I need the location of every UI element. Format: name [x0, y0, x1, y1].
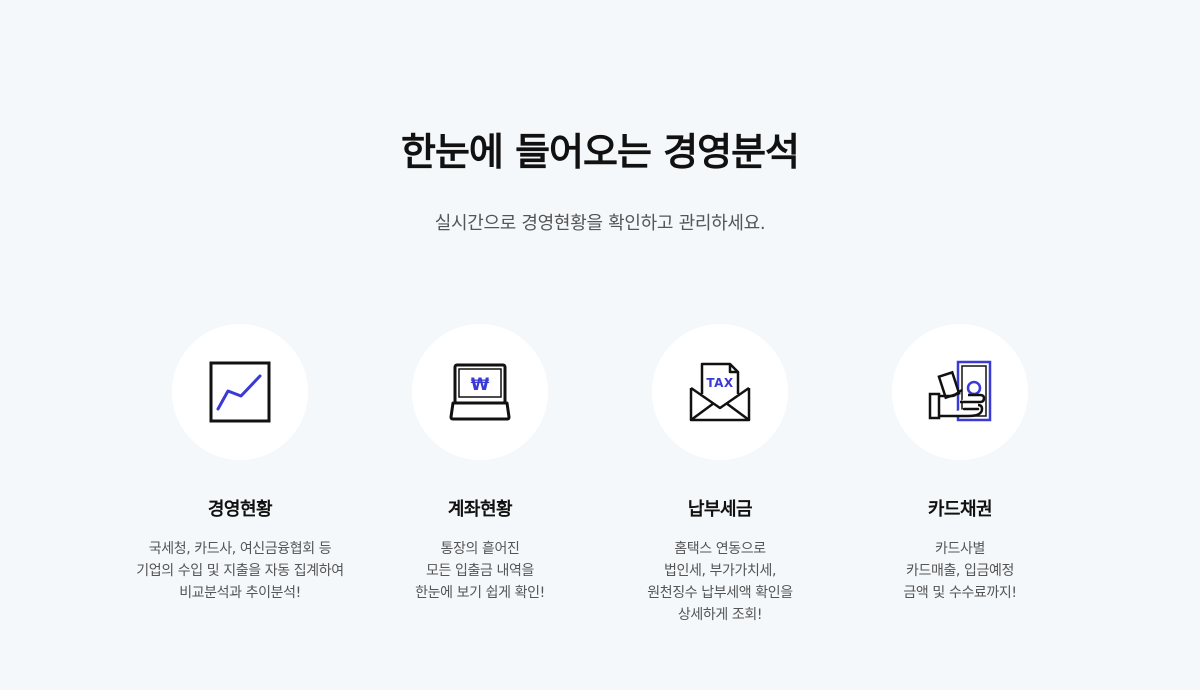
description-line: 상세하게 조회! — [677, 607, 763, 623]
feature-card-card-receivables: 카드채권 카드사별 카드매출, 입금예정 금액 및 수수료까지! — [840, 324, 1080, 604]
won-symbol: ₩ — [471, 375, 490, 395]
tax-envelope-icon: TAX — [689, 362, 751, 422]
description-line: 통장의 흩어진 — [440, 541, 520, 557]
description-line: 금액 및 수수료까지! — [903, 585, 1017, 601]
feature-title: 납부세금 — [687, 499, 753, 520]
feature-card-tax-payment: TAX 납부세금 홈택스 연동으로 법인세, 부가가치세, 원천징수 납부세액 … — [600, 324, 840, 626]
feature-title: 카드채권 — [927, 499, 993, 520]
feature-card-account-status: ₩ 계좌현황 통장의 흩어진 모든 입출금 내역을 한눈에 보기 쉽게 확인! — [360, 324, 600, 604]
description-line: 국세청, 카드사, 여신금융협회 등 — [148, 541, 332, 557]
description-line: 법인세, 부가가치세, — [664, 563, 776, 579]
feature-list: 경영현황 국세청, 카드사, 여신금융협회 등 기업의 수입 및 지출을 자동 … — [0, 324, 1200, 644]
description-line: 비교분석과 추이분석! — [179, 585, 301, 601]
feature-description: 홈택스 연동으로 법인세, 부가가치세, 원천징수 납부세액 확인을 상세하게 … — [600, 538, 840, 626]
description-line: 카드매출, 입금예정 — [906, 563, 1014, 579]
section-title: 한눈에 들어오는 경영분석 — [400, 130, 800, 174]
hand-money-icon — [928, 360, 992, 422]
icon-circle: ₩ — [412, 324, 548, 460]
icon-circle — [172, 324, 308, 460]
description-line: 한눈에 보기 쉽게 확인! — [415, 585, 545, 601]
feature-description: 통장의 흩어진 모든 입출금 내역을 한눈에 보기 쉽게 확인! — [360, 538, 600, 604]
tax-label: TAX — [706, 376, 734, 390]
description-line: 원천징수 납부세액 확인을 — [647, 585, 793, 601]
icon-circle — [892, 324, 1028, 460]
management-analysis-section: 한눈에 들어오는 경영분석 실시간으로 경영현황을 확인하고 관리하세요. 경영… — [0, 0, 1200, 690]
feature-card-management-status: 경영현황 국세청, 카드사, 여신금융협회 등 기업의 수입 및 지출을 자동 … — [120, 324, 360, 604]
feature-title: 계좌현황 — [447, 499, 513, 520]
feature-description: 국세청, 카드사, 여신금융협회 등 기업의 수입 및 지출을 자동 집계하여 … — [120, 538, 360, 604]
description-line: 홈택스 연동으로 — [674, 541, 766, 557]
feature-description: 카드사별 카드매출, 입금예정 금액 및 수수료까지! — [840, 538, 1080, 604]
line-chart-icon — [209, 361, 271, 423]
description-line: 카드사별 — [935, 541, 985, 557]
section-subtitle: 실시간으로 경영현황을 확인하고 관리하세요. — [434, 213, 766, 234]
description-line: 기업의 수입 및 지출을 자동 집계하여 — [136, 563, 344, 579]
description-line: 모든 입출금 내역을 — [426, 563, 534, 579]
icon-circle: TAX — [652, 324, 788, 460]
won-laptop-icon: ₩ — [449, 363, 511, 421]
feature-title: 경영현황 — [207, 499, 273, 520]
